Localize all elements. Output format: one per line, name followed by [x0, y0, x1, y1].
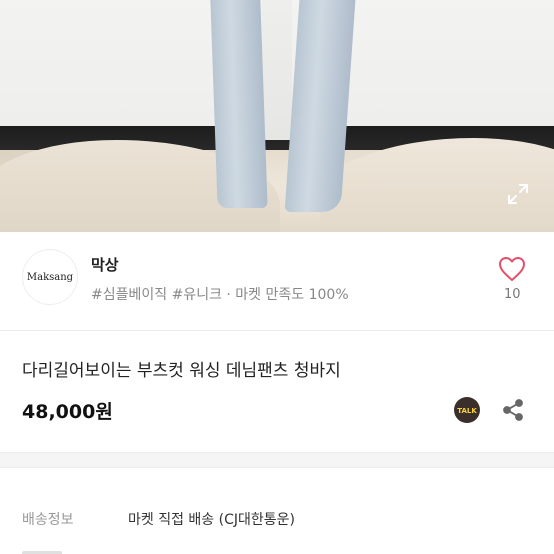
photo-gap [262, 0, 292, 140]
product-title: 다리길어보이는 부츠컷 워싱 데님팬츠 청바지 [22, 361, 341, 381]
talk-icon[interactable]: TALK [453, 396, 481, 424]
divider [0, 330, 554, 331]
shipping-label: 배송정보 [22, 512, 74, 528]
share-icon[interactable] [502, 398, 524, 422]
next-row-cut-off [22, 544, 322, 554]
section-separator [0, 452, 554, 468]
seller-section[interactable] [0, 232, 554, 330]
avatar-text: Maksang [26, 271, 74, 283]
shipping-value: 마켓 직접 배송 (CJ대한통운) [128, 512, 295, 528]
expand-icon[interactable] [506, 182, 530, 206]
heart-icon[interactable] [498, 256, 526, 282]
product-photo[interactable] [0, 0, 554, 232]
jeans-left-leg [210, 0, 268, 208]
seller-name[interactable]: 막상 [91, 254, 119, 275]
seller-tags: #심플베이직 #유니크 · 마켓 만족도 100% [91, 287, 349, 303]
like-count: 10 [504, 287, 521, 302]
avatar[interactable]: Maksang [22, 249, 78, 305]
product-price: 48,000원 [22, 401, 113, 423]
talk-label: TALK [457, 407, 477, 415]
